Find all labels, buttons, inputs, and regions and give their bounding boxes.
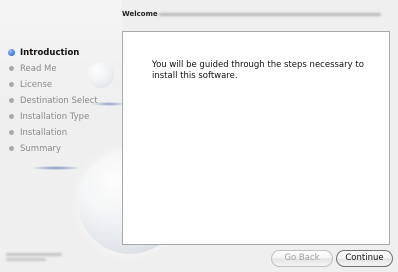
step-label: Read Me bbox=[20, 64, 57, 74]
step-label: Destination Select bbox=[20, 96, 98, 106]
step-dot-icon bbox=[9, 146, 14, 151]
step-introduction: Introduction bbox=[8, 45, 98, 61]
step-label: Summary bbox=[20, 144, 62, 154]
page-title: Welcome bbox=[122, 10, 158, 18]
step-read-me: Read Me bbox=[9, 61, 98, 77]
blurred-footer-text-second-line bbox=[6, 258, 46, 261]
step-dot-icon bbox=[9, 98, 14, 103]
blurred-footer-text bbox=[6, 253, 62, 256]
intro-message: You will be guided through the steps nec… bbox=[152, 60, 364, 81]
step-label: Installation Type bbox=[20, 112, 90, 122]
installer-steps-list: Introduction Read Me License Destination… bbox=[8, 45, 98, 157]
step-label: License bbox=[20, 80, 53, 90]
step-license: License bbox=[9, 77, 98, 93]
step-dot-icon bbox=[9, 82, 14, 87]
step-destination-select: Destination Select bbox=[9, 93, 98, 109]
step-summary: Summary bbox=[9, 141, 98, 157]
step-installation-type: Installation Type bbox=[9, 109, 98, 125]
blurred-header-text bbox=[159, 13, 381, 16]
installer-window: Welcome Introduction Read Me License Des… bbox=[0, 0, 398, 272]
continue-button[interactable]: Continue bbox=[336, 250, 393, 267]
step-label: Installation bbox=[20, 128, 68, 138]
step-dot-icon bbox=[9, 114, 14, 119]
step-label: Introduction bbox=[20, 48, 80, 58]
step-dot-icon bbox=[9, 130, 14, 135]
step-dot-icon bbox=[9, 66, 14, 71]
go-back-button[interactable]: Go Back bbox=[271, 250, 333, 267]
decorative-swoosh-lower bbox=[32, 166, 80, 170]
step-active-dot-icon bbox=[8, 49, 15, 56]
content-panel: You will be guided through the steps nec… bbox=[122, 31, 390, 245]
step-installation: Installation bbox=[9, 125, 98, 141]
